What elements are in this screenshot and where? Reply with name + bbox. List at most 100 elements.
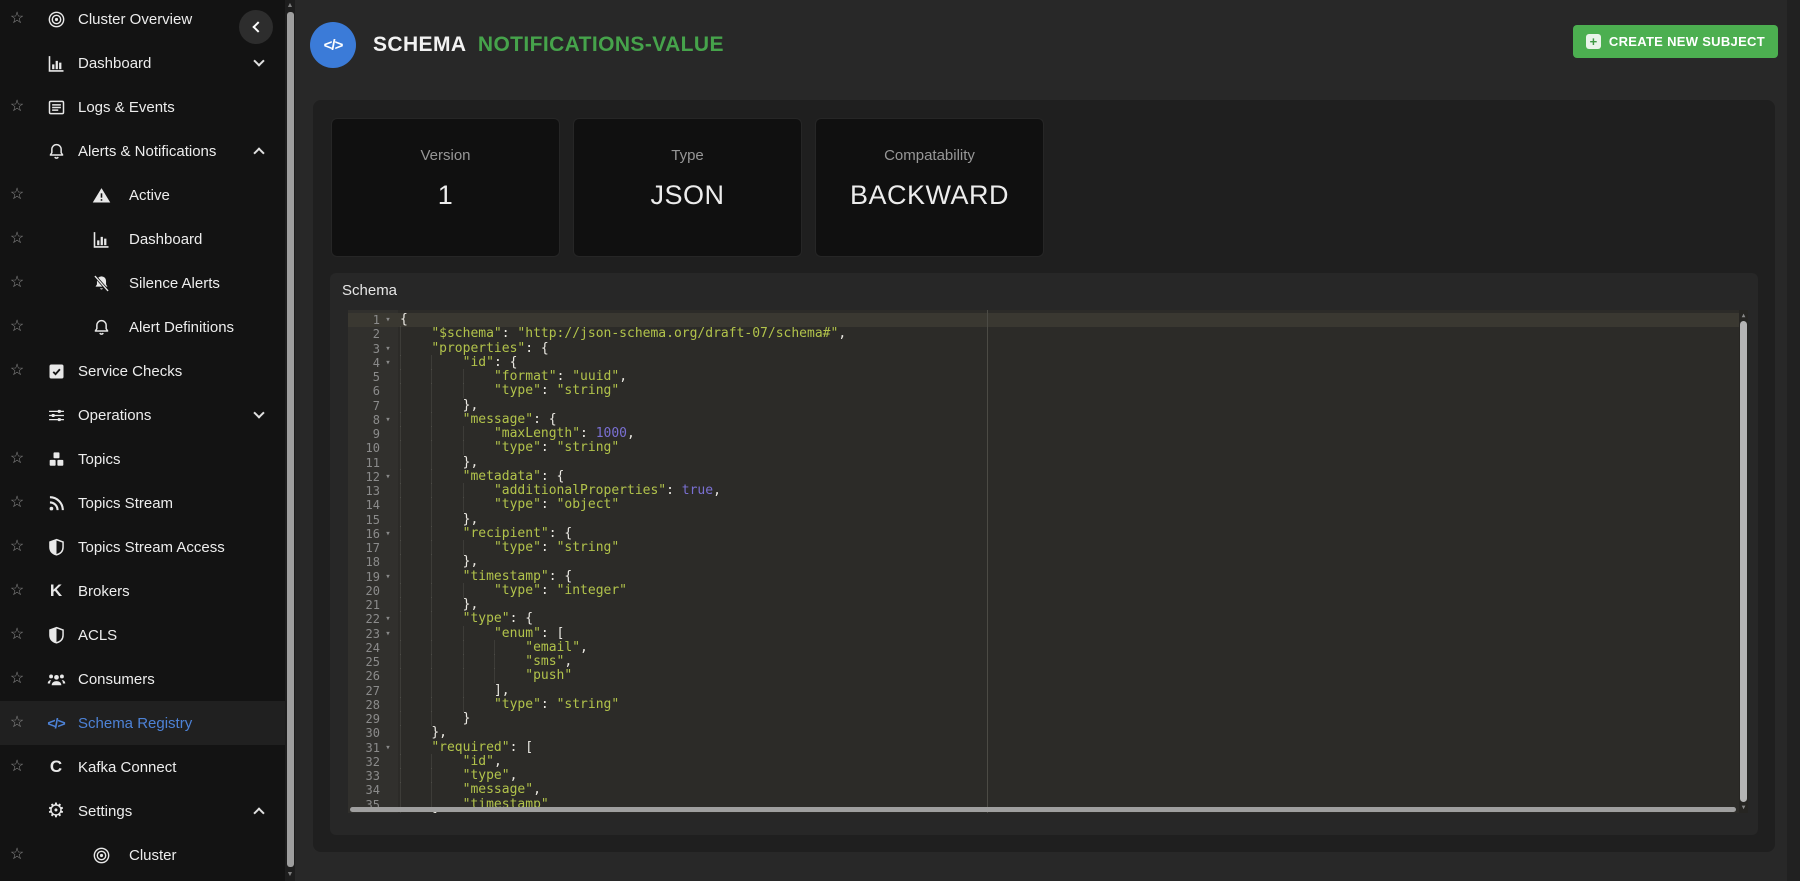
sidebar-item-consumers[interactable]: ☆Consumers <box>0 657 285 701</box>
gutter-line[interactable]: 30 <box>348 726 398 740</box>
page-scrollbar[interactable] <box>1787 0 1800 881</box>
favorite-star-icon[interactable]: ☆ <box>8 671 26 687</box>
sidebar-item-alert-definitions[interactable]: ☆Alert Definitions <box>0 305 285 349</box>
sidebar-item-brokers[interactable]: ☆KBrokers <box>0 569 285 613</box>
gutter-line[interactable]: 24 <box>348 641 398 655</box>
gutter-line[interactable]: 32 <box>348 755 398 769</box>
gutter-line[interactable]: 12▾ <box>348 470 398 484</box>
fold-arrow-icon[interactable]: ▾ <box>380 612 396 626</box>
fold-arrow-icon[interactable]: ▾ <box>380 527 396 541</box>
fold-arrow-icon[interactable]: ▾ <box>380 741 396 755</box>
favorite-star-icon[interactable]: ☆ <box>8 319 26 335</box>
favorite-star-icon[interactable]: ☆ <box>8 99 26 115</box>
editor-horizontal-scrollbar[interactable] <box>350 807 1736 812</box>
sidebar-item-dashboard[interactable]: ☆Dashboard <box>0 217 285 261</box>
sidebar-item-topics-stream-access[interactable]: ☆Topics Stream Access <box>0 525 285 569</box>
gutter-line[interactable]: 23▾ <box>348 627 398 641</box>
gutter-line[interactable]: 28 <box>348 698 398 712</box>
gutter-line[interactable]: 1▾ <box>348 313 398 327</box>
gutter-line[interactable]: 22▾ <box>348 612 398 626</box>
favorite-star-icon[interactable]: ☆ <box>8 627 26 643</box>
fold-arrow-icon[interactable]: ▾ <box>380 342 396 356</box>
fold-arrow-icon[interactable]: ▾ <box>380 413 396 427</box>
sidebar-item-operations[interactable]: Operations <box>0 393 285 437</box>
gutter-line[interactable]: 18 <box>348 555 398 569</box>
favorite-star-icon[interactable]: ☆ <box>8 451 26 467</box>
gutter-line[interactable]: 20 <box>348 584 398 598</box>
editor-vertical-scrollbar[interactable]: ▲ ▼ <box>1739 310 1748 813</box>
sidebar-scrollbar[interactable]: ▲ ▼ <box>285 0 295 881</box>
sidebar-item-logs-events[interactable]: ☆Logs & Events <box>0 85 285 129</box>
gutter-line[interactable]: 2 <box>348 327 398 341</box>
gutter-line[interactable]: 5 <box>348 370 398 384</box>
gutter-line[interactable]: 21 <box>348 598 398 612</box>
gutter-line[interactable]: 16▾ <box>348 527 398 541</box>
favorite-star-icon[interactable]: ☆ <box>8 715 26 731</box>
sidebar-item-settings[interactable]: ⚙Settings <box>0 789 285 833</box>
indent-guide <box>431 626 462 641</box>
sidebar-item-cluster[interactable]: ☆Cluster <box>0 833 285 877</box>
gutter-line[interactable]: 8▾ <box>348 413 398 427</box>
gutter-line[interactable]: 19▾ <box>348 570 398 584</box>
code-line: "timestamp": { <box>400 570 1748 584</box>
fold-arrow-icon[interactable]: ▾ <box>380 470 396 484</box>
gutter-line[interactable]: 26 <box>348 669 398 683</box>
gutter-line[interactable]: 29 <box>348 712 398 726</box>
favorite-star-icon[interactable]: ☆ <box>8 847 26 863</box>
sidebar-item-topics-stream[interactable]: ☆Topics Stream <box>0 481 285 525</box>
sidebar-item-alerts-notifications[interactable]: Alerts & Notifications <box>0 129 285 173</box>
code-token: { <box>400 312 408 327</box>
sidebar-item-kafka-connect[interactable]: ☆CKafka Connect <box>0 745 285 789</box>
gutter-line[interactable]: 4▾ <box>348 356 398 370</box>
favorite-star-icon[interactable]: ☆ <box>8 187 26 203</box>
sidebar-item-service-checks[interactable]: ☆Service Checks <box>0 349 285 393</box>
scroll-down-arrow-icon[interactable]: ▼ <box>285 869 295 881</box>
fold-arrow-icon[interactable]: ▾ <box>380 313 396 327</box>
fold-arrow-icon[interactable]: ▾ <box>380 356 396 370</box>
gutter-line[interactable]: 17 <box>348 541 398 555</box>
code-token: , <box>580 640 588 655</box>
sidebar-item-active[interactable]: ☆Active <box>0 173 285 217</box>
sidebar-item-schema-registry[interactable]: ☆</>Schema Registry <box>0 701 285 745</box>
favorite-star-icon[interactable]: ☆ <box>8 495 26 511</box>
gutter-line[interactable]: 3▾ <box>348 342 398 356</box>
gutter-line[interactable]: 11 <box>348 456 398 470</box>
gutter-line[interactable]: 25 <box>348 655 398 669</box>
favorite-star-icon[interactable]: ☆ <box>8 275 26 291</box>
main-content: </> SCHEMA NOTIFICATIONS-VALUE + CREATE … <box>295 0 1800 881</box>
sidebar-item-acls[interactable]: ☆ACLS <box>0 613 285 657</box>
favorite-star-icon[interactable]: ☆ <box>8 759 26 775</box>
gutter-line[interactable]: 33 <box>348 769 398 783</box>
code-token: : [ <box>510 740 533 755</box>
favorite-star-icon[interactable]: ☆ <box>8 539 26 555</box>
scroll-up-arrow-icon[interactable]: ▲ <box>1739 310 1748 321</box>
gutter-line[interactable]: 6 <box>348 384 398 398</box>
fold-arrow-icon[interactable]: ▾ <box>380 570 396 584</box>
scroll-down-arrow-icon[interactable]: ▼ <box>1739 802 1748 813</box>
sidebar-scrollbar-thumb[interactable] <box>287 12 294 867</box>
gutter-line[interactable]: 27 <box>348 684 398 698</box>
fold-arrow-icon[interactable]: ▾ <box>380 627 396 641</box>
sidebar-item-dashboard[interactable]: Dashboard <box>0 41 285 85</box>
sidebar-item-silence-alerts[interactable]: ☆Silence Alerts <box>0 261 285 305</box>
compatability-card: Compatability BACKWARD <box>815 118 1044 257</box>
gutter-line[interactable]: 10 <box>348 441 398 455</box>
gutter-line[interactable]: 13 <box>348 484 398 498</box>
scroll-up-arrow-icon[interactable]: ▲ <box>285 0 295 12</box>
indent-guide <box>431 398 462 413</box>
gutter-line[interactable]: 15 <box>348 513 398 527</box>
editor-vscroll-thumb[interactable] <box>1740 321 1747 802</box>
create-new-subject-button[interactable]: + CREATE NEW SUBJECT <box>1573 25 1778 58</box>
sidebar-item-topics[interactable]: ☆Topics <box>0 437 285 481</box>
gutter-line[interactable]: 7 <box>348 399 398 413</box>
json-schema-editor[interactable]: 1▾23▾4▾5678▾9101112▾13141516▾171819▾2021… <box>348 310 1748 813</box>
gutter-line[interactable]: 9 <box>348 427 398 441</box>
gutter-line[interactable]: 34 <box>348 783 398 797</box>
favorite-star-icon[interactable]: ☆ <box>8 583 26 599</box>
sidebar-collapse-button[interactable] <box>239 10 273 44</box>
gutter-line[interactable]: 14 <box>348 498 398 512</box>
favorite-star-icon[interactable]: ☆ <box>8 11 26 27</box>
favorite-star-icon[interactable]: ☆ <box>8 231 26 247</box>
gutter-line[interactable]: 31▾ <box>348 741 398 755</box>
favorite-star-icon[interactable]: ☆ <box>8 363 26 379</box>
